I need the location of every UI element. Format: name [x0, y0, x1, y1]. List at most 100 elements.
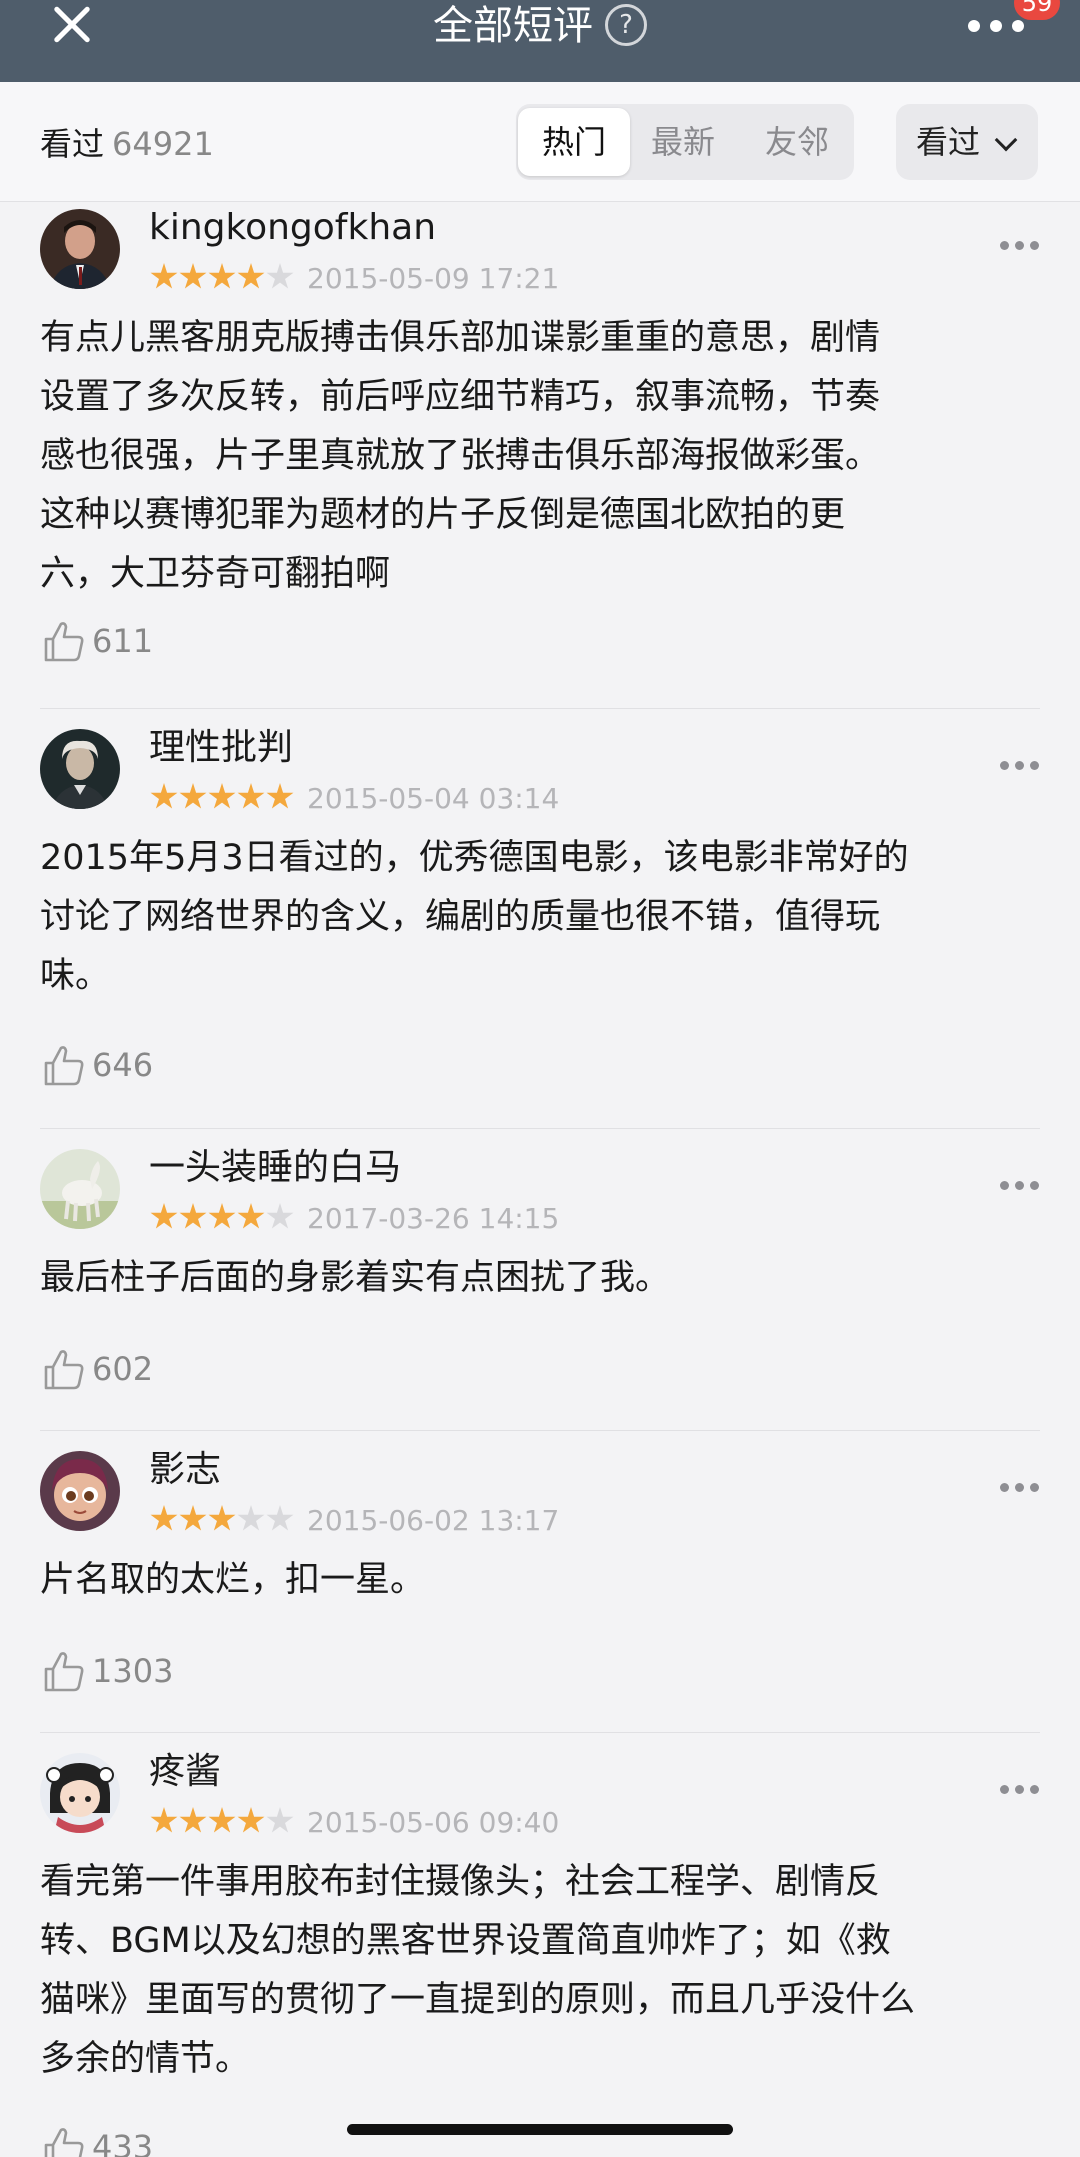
- username[interactable]: 影志: [149, 1447, 221, 1493]
- like-count: 1303: [92, 1652, 174, 1690]
- status-filter-label: 看过: [916, 123, 981, 161]
- star-rating: [150, 783, 295, 813]
- thumbs-up-icon: [44, 2128, 84, 2157]
- star-icon: [150, 1203, 178, 1229]
- comment-line: 味。: [40, 956, 111, 996]
- chevron-down-icon: [994, 128, 1018, 152]
- comment-more-icon[interactable]: [1000, 1181, 1040, 1191]
- avatar[interactable]: [40, 1451, 120, 1531]
- star-icon: [208, 1505, 236, 1531]
- status-filter-dropdown[interactable]: 看过: [896, 104, 1038, 180]
- thumbs-up-icon: [44, 1046, 84, 1086]
- avatar[interactable]: [40, 209, 120, 289]
- seen-count-label: 看过: [40, 125, 105, 163]
- seen-count-number: 64921: [112, 125, 214, 163]
- comment-more-icon[interactable]: [1000, 1785, 1040, 1795]
- like-count: 433: [92, 2128, 154, 2157]
- comment-text: 片名取的太烂，扣一星。: [40, 1551, 1040, 1610]
- tab-hot[interactable]: 热门: [518, 108, 630, 176]
- thumbs-up-icon: [44, 1652, 84, 1692]
- star-icon: [208, 1807, 236, 1833]
- thumbs-up-icon: [44, 622, 84, 662]
- star-icon: [208, 1203, 236, 1229]
- tab-friends[interactable]: 友邻: [742, 108, 852, 176]
- comment-line: 感也很强，片子里真就放了张搏击俱乐部海报做彩蛋。: [40, 436, 881, 476]
- comment-line: 六，大卫芬奇可翻拍啊: [40, 554, 391, 594]
- thumbs-up-icon: [44, 1350, 84, 1390]
- comment-time: 2015-05-04 03:14: [307, 782, 560, 815]
- comment-line: 最后柱子后面的身影着实有点困扰了我。: [40, 1258, 671, 1298]
- comment-line: 设置了多次反转，前后呼应细节精巧，叙事流畅，节奏: [40, 377, 881, 417]
- comment-line: 这种以赛博犯罪为题材的片子反倒是德国北欧拍的更: [40, 495, 846, 535]
- comment-more-icon[interactable]: [1000, 241, 1040, 251]
- avatar[interactable]: [40, 1149, 120, 1229]
- comment-text: 最后柱子后面的身影着实有点困扰了我。: [40, 1249, 1040, 1308]
- like-count: 646: [92, 1046, 154, 1084]
- comment-line: 有点儿黑客朋克版搏击俱乐部加谍影重重的意思，剧情: [40, 318, 881, 358]
- comment-time: 2015-06-02 13:17: [307, 1504, 560, 1537]
- filter-bar: 看过 64921 热门 最新 友邻 看过: [0, 82, 1080, 202]
- comment-more-icon[interactable]: [1000, 1483, 1040, 1493]
- like-count: 611: [92, 622, 154, 660]
- star-icon: [179, 263, 207, 289]
- help-icon[interactable]: ?: [605, 4, 647, 46]
- page-title-text: 全部短评: [433, 3, 593, 49]
- star-icon: [179, 1203, 207, 1229]
- comment-item: 疼酱 2015-05-06 09:40 看完第一件事用胶布封住摄像头；社会工程学…: [40, 1733, 1040, 2157]
- comment-line: 讨论了网络世界的含义，编剧的质量也很不错，值得玩: [40, 897, 881, 937]
- avatar[interactable]: [40, 1753, 120, 1833]
- comment-line: 2015年5月3日看过的，优秀德国电影，该电影非常好的: [40, 838, 909, 878]
- star-icon: [179, 1505, 207, 1531]
- comment-text: 看完第一件事用胶布封住摄像头；社会工程学、剧情反 转、BGM以及幻想的黑客世界设…: [40, 1853, 1040, 2089]
- star-icon: [266, 1203, 294, 1229]
- avatar[interactable]: [40, 729, 120, 809]
- star-icon: [208, 783, 236, 809]
- like-count: 602: [92, 1350, 154, 1388]
- star-icon: [266, 1505, 294, 1531]
- comment-line: 转、BGM以及幻想的黑客世界设置简直帅炸了；如《救: [40, 1921, 891, 1961]
- star-icon: [237, 1807, 265, 1833]
- comment-text: 有点儿黑客朋克版搏击俱乐部加谍影重重的意思，剧情 设置了多次反转，前后呼应细节精…: [40, 309, 1040, 604]
- star-icon: [208, 263, 236, 289]
- comment-item: 影志 2015-06-02 13:17 片名取的太烂，扣一星。 1303: [40, 1431, 1040, 1733]
- more-options-button[interactable]: [968, 20, 1028, 32]
- comment-item: 一头装睡的白马 2017-03-26 14:15 最后柱子后面的身影着实有点困扰…: [40, 1129, 1040, 1431]
- star-icon: [237, 1505, 265, 1531]
- comment-item: kingkongofkhan 2015-05-09 17:21 有点儿黑客朋克版…: [40, 203, 1040, 709]
- comment-text: 2015年5月3日看过的，优秀德国电影，该电影非常好的 讨论了网络世界的含义，编…: [40, 829, 1040, 1006]
- comment-time: 2015-05-09 17:21: [307, 262, 560, 295]
- username[interactable]: 疼酱: [149, 1749, 221, 1795]
- star-icon: [266, 783, 294, 809]
- username[interactable]: kingkongofkhan: [149, 205, 436, 251]
- comment-line: 猫咪》里面写的贯彻了一直提到的原则，而且几乎没什么: [40, 1980, 916, 2020]
- star-icon: [150, 1807, 178, 1833]
- star-icon: [237, 1203, 265, 1229]
- dot-icon: [990, 20, 1002, 32]
- comment-item: 理性批判 2015-05-04 03:14 2015年5月3日看过的，优秀德国电…: [40, 709, 1040, 1129]
- seen-count: 看过 64921: [40, 122, 214, 166]
- comment-line: 多余的情节。: [40, 2039, 251, 2079]
- comment-list: kingkongofkhan 2015-05-09 17:21 有点儿黑客朋克版…: [0, 203, 1080, 2157]
- star-icon: [150, 263, 178, 289]
- star-icon: [179, 1807, 207, 1833]
- top-navigation-bar: 全部短评? 59: [0, 0, 1080, 82]
- username[interactable]: 理性批判: [149, 725, 293, 771]
- star-icon: [266, 263, 294, 289]
- dot-icon: [1012, 20, 1024, 32]
- comment-time: 2015-05-06 09:40: [307, 1806, 560, 1839]
- star-rating: [150, 1807, 295, 1837]
- tab-latest[interactable]: 最新: [628, 108, 738, 176]
- home-indicator[interactable]: [347, 2124, 733, 2135]
- comment-more-icon[interactable]: [1000, 761, 1040, 771]
- comment-line: 片名取的太烂，扣一星。: [40, 1560, 426, 1600]
- comment-time: 2017-03-26 14:15: [307, 1202, 560, 1235]
- sort-tabs: 热门 最新 友邻: [516, 104, 854, 180]
- star-icon: [150, 1505, 178, 1531]
- star-icon: [266, 1807, 294, 1833]
- username[interactable]: 一头装睡的白马: [149, 1145, 401, 1191]
- page-title: 全部短评?: [0, 0, 1080, 52]
- star-rating: [150, 1505, 295, 1535]
- star-icon: [237, 263, 265, 289]
- comment-line: 看完第一件事用胶布封住摄像头；社会工程学、剧情反: [40, 1862, 881, 1902]
- star-rating: [150, 263, 295, 293]
